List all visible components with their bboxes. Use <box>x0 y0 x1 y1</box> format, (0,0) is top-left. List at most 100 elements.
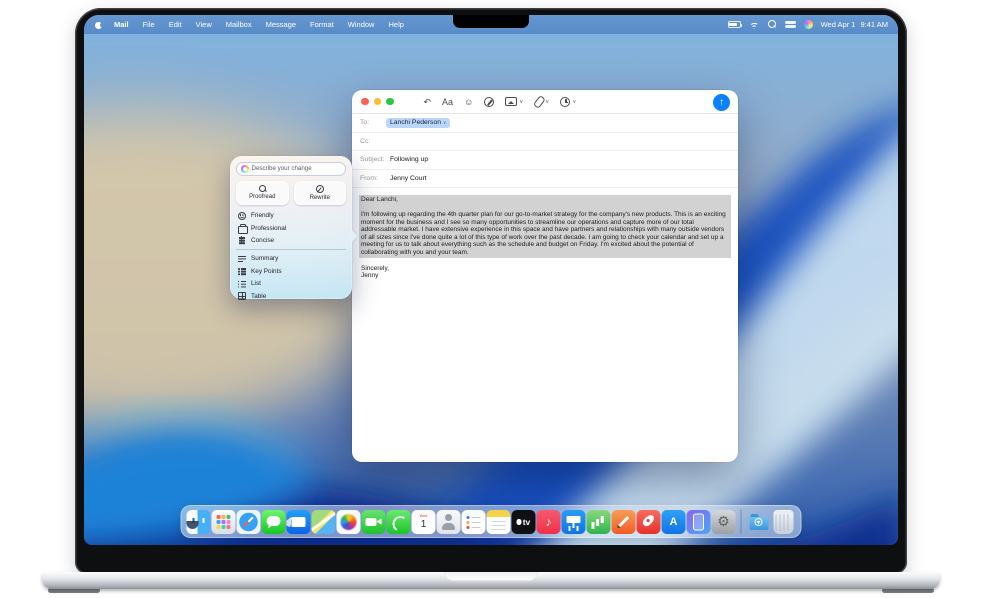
rewrite-label: Rewrite <box>310 195 330 201</box>
control-center-icon[interactable] <box>785 21 796 29</box>
zoom-window-button[interactable] <box>386 98 394 106</box>
describe-change-field[interactable] <box>236 162 346 176</box>
emoji-button[interactable]: ☺ <box>464 97 473 107</box>
rewrite-button[interactable]: Rewrite <box>294 181 347 205</box>
minimize-window-button[interactable] <box>374 98 382 106</box>
numbers-dock-icon[interactable] <box>587 510 611 534</box>
list-icon <box>238 280 246 288</box>
trash-dock-icon[interactable] <box>774 510 794 534</box>
menu-item-table[interactable]: Table <box>236 290 346 302</box>
maps-dock-icon[interactable] <box>312 510 336 534</box>
photo-browser-button[interactable]: ∨ <box>505 97 523 107</box>
undo-button[interactable]: ↶ <box>424 97 432 107</box>
subject-value: Following up <box>390 156 428 163</box>
macbook-base <box>42 572 940 589</box>
downloads-dock-icon[interactable] <box>747 510 771 534</box>
menu-mailbox[interactable]: Mailbox <box>219 20 259 29</box>
marketing-canvas: Mail File Edit View Mailbox Message Form… <box>0 0 982 598</box>
list-label: List <box>251 280 261 287</box>
calendar-dock-icon[interactable]: Wed 1 <box>412 510 436 534</box>
app-store-dock-icon[interactable]: A <box>662 510 686 534</box>
popover-divider <box>236 249 346 250</box>
photos-dock-icon[interactable] <box>337 510 361 534</box>
menu-edit[interactable]: Edit <box>162 20 189 29</box>
spotlight-search-icon[interactable] <box>768 20 777 29</box>
attach-file-button[interactable]: ∨ <box>534 96 549 107</box>
body-closing: Sincerely, <box>361 265 729 273</box>
music-dock-icon[interactable]: ♪ <box>537 510 561 534</box>
recipient-token[interactable]: Lanchi Pederson ∨ <box>386 118 450 128</box>
selected-text[interactable]: Dear Lanchi, I'm following up regarding … <box>359 195 731 257</box>
menu-mail[interactable]: Mail <box>107 20 136 29</box>
clock-icon <box>560 97 570 107</box>
chevron-down-icon: ∨ <box>572 97 576 107</box>
from-field-row[interactable]: From: Jenny Court <box>352 170 738 189</box>
tv-label: tv <box>517 517 531 527</box>
mail-dock-icon[interactable] <box>287 510 311 534</box>
writing-tools-button[interactable] <box>484 97 494 107</box>
proofread-button[interactable]: Proofread <box>236 181 289 205</box>
message-body[interactable]: Dear Lanchi, I'm following up regarding … <box>352 188 738 286</box>
menu-help[interactable]: Help <box>381 20 410 29</box>
menu-item-concise[interactable]: Concise <box>236 234 346 246</box>
recipient-name: Lanchi Pederson <box>390 119 441 126</box>
menu-item-professional[interactable]: Professional <box>236 222 346 234</box>
launchpad-dock-icon[interactable] <box>212 510 236 534</box>
paperclip-icon <box>534 96 543 107</box>
system-settings-dock-icon[interactable]: ⚙ <box>712 510 736 534</box>
menu-clock[interactable]: Wed Apr 1 9:41 AM <box>821 20 888 29</box>
subject-field-row[interactable]: Subject: Following up <box>352 151 738 170</box>
pages-dock-icon[interactable] <box>612 510 636 534</box>
dock: Wed 1 tv ♪ A ⚙ <box>181 505 802 538</box>
finder-dock-icon[interactable] <box>187 510 211 534</box>
menu-item-summary[interactable]: Summary <box>236 253 346 265</box>
notes-dock-icon[interactable] <box>487 510 511 534</box>
subject-label: Subject: <box>360 156 390 163</box>
describe-change-input[interactable] <box>252 165 342 172</box>
cc-field-row[interactable]: Cc: <box>352 133 738 152</box>
key-points-icon <box>238 267 246 275</box>
send-later-button[interactable]: ∨ <box>560 97 576 107</box>
rewrite-pencil-icon <box>316 185 325 194</box>
apple-logo-icon[interactable] <box>94 20 103 30</box>
body-paragraph: I'm following up regarding the 4th quart… <box>361 211 729 257</box>
facetime-dock-icon[interactable] <box>362 510 386 534</box>
writing-tools-popover: Proofread Rewrite Friendly Professional <box>230 156 352 299</box>
menu-view[interactable]: View <box>189 20 219 29</box>
apple-tv-dock-icon[interactable]: tv <box>512 510 536 534</box>
battery-icon[interactable] <box>728 21 741 28</box>
chevron-down-icon: ∨ <box>519 97 523 107</box>
reminders-dock-icon[interactable] <box>462 510 486 534</box>
smiley-icon <box>238 212 246 220</box>
menu-file[interactable]: File <box>136 20 162 29</box>
close-window-button[interactable] <box>361 98 369 106</box>
download-arrow-icon <box>755 518 763 526</box>
menu-window[interactable]: Window <box>341 20 382 29</box>
send-button[interactable]: ↑ <box>713 94 730 111</box>
magnifier-icon <box>258 185 266 193</box>
safari-dock-icon[interactable] <box>237 510 261 534</box>
menu-item-friendly[interactable]: Friendly <box>236 210 346 222</box>
macbook-screen: Mail File Edit View Mailbox Message Form… <box>84 15 898 545</box>
to-field-row[interactable]: To: Lanchi Pederson ∨ <box>352 114 738 133</box>
menu-format[interactable]: Format <box>303 20 341 29</box>
messages-dock-icon[interactable] <box>262 510 286 534</box>
menu-item-key-points[interactable]: Key Points <box>236 265 346 277</box>
camera-notch <box>453 15 529 28</box>
menu-date: Wed Apr 1 <box>821 20 856 29</box>
phone-dock-icon[interactable] <box>387 510 411 534</box>
window-controls <box>361 98 394 106</box>
menu-message[interactable]: Message <box>259 20 303 29</box>
wifi-icon[interactable] <box>749 20 760 29</box>
contacts-dock-icon[interactable] <box>437 510 461 534</box>
table-label: Table <box>251 293 266 300</box>
menu-item-list[interactable]: List <box>236 277 346 289</box>
apple-intelligence-icon <box>241 165 249 173</box>
keynote-dock-icon[interactable] <box>562 510 586 534</box>
format-text-button[interactable]: Aa <box>442 97 453 107</box>
from-label: From: <box>360 175 390 182</box>
iphone-mirroring-dock-icon[interactable] <box>687 510 711 534</box>
apple-intelligence-icon[interactable] <box>804 20 813 29</box>
chevron-down-icon: ∨ <box>443 120 446 126</box>
rocket-app-dock-icon[interactable] <box>637 510 661 534</box>
